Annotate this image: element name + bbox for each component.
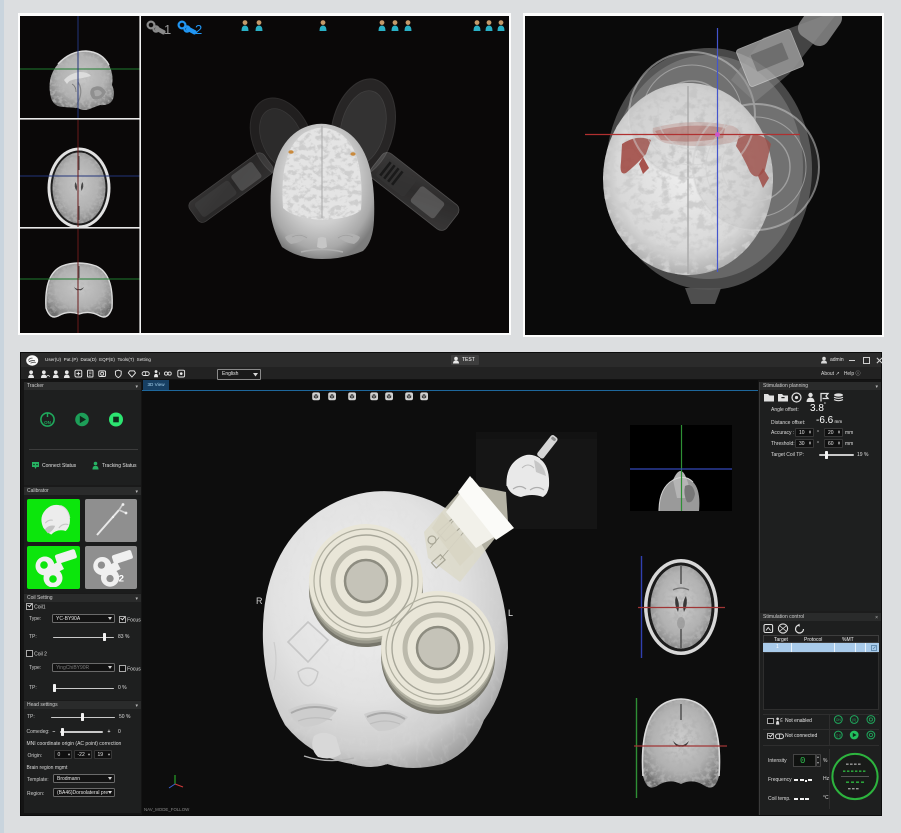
svg-text:ON: ON: [44, 420, 51, 425]
svg-text:1: 1: [164, 22, 171, 35]
svg-text:2: 2: [118, 573, 123, 584]
svg-text:2: 2: [195, 22, 202, 35]
svg-text:R: R: [256, 596, 263, 606]
svg-text:(0): (0): [852, 718, 856, 722]
svg-text:((·)): ((·)): [835, 733, 841, 737]
svg-text:NAV_MODE_FOLLOW: NAV_MODE_FOLLOW: [144, 807, 190, 812]
svg-text:ON: ON: [836, 718, 842, 722]
svg-text:L: L: [508, 608, 513, 618]
